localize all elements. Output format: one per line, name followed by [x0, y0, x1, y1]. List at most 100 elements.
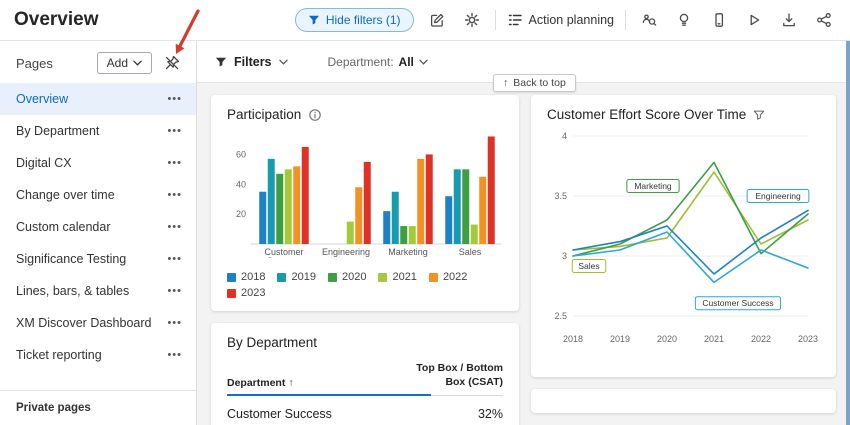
sidebar-item-label: Overview — [16, 92, 68, 106]
more-options-icon[interactable]: ••• — [167, 221, 182, 233]
sidebar-item-digital-cx[interactable]: Digital CX••• — [0, 147, 196, 179]
column-header-department[interactable]: Department↑ — [227, 377, 294, 389]
sidebar-item-significance-testing[interactable]: Significance Testing••• — [0, 243, 196, 275]
mobile-preview-button[interactable] — [707, 8, 731, 32]
more-options-icon[interactable]: ••• — [167, 125, 182, 137]
bar-2023 — [426, 154, 433, 244]
action-planning-button[interactable]: Action planning — [507, 12, 614, 28]
info-icon[interactable] — [308, 108, 322, 122]
edit-pencil-icon — [429, 12, 445, 28]
add-page-label: Add — [107, 56, 128, 70]
active-sort-underline — [227, 394, 431, 396]
axis-tick-label: 2018 — [563, 334, 583, 344]
usage-metrics-button[interactable] — [637, 8, 661, 32]
sidebar-item-lines-bars-tables[interactable]: Lines, bars, & tables••• — [0, 275, 196, 307]
play-icon — [746, 12, 762, 28]
action-planning-icon — [507, 12, 523, 28]
legend-item-2022[interactable]: 2022 — [429, 271, 467, 283]
add-page-button[interactable]: Add — [97, 52, 152, 74]
export-button[interactable] — [777, 8, 801, 32]
legend-label: 2021 — [392, 271, 416, 283]
insights-button[interactable] — [672, 8, 696, 32]
hide-filters-button[interactable]: Hide filters (1) — [295, 8, 414, 32]
svg-text:Engineering: Engineering — [755, 191, 801, 201]
bar-2018 — [259, 192, 266, 244]
private-pages-label: Private pages — [0, 390, 196, 425]
axis-tick-label: 3 — [562, 251, 567, 261]
action-planning-label: Action planning — [529, 13, 614, 27]
mobile-phone-icon — [711, 12, 727, 28]
axis-tick-label: 2021 — [704, 334, 724, 344]
legend-swatch — [328, 273, 337, 282]
table-body: Customer Success 32% — [227, 396, 503, 425]
table-row: Customer Success 32% — [227, 396, 503, 425]
column-header-csat[interactable]: Top Box / Bottom Box (CSAT) — [416, 362, 503, 389]
sidebar-item-label: Custom calendar — [16, 220, 111, 234]
right-column: Customer Effort Score Over Time 2.533.54… — [531, 95, 836, 413]
filters-button[interactable]: Filters — [215, 55, 288, 69]
share-icon — [816, 12, 832, 28]
department-filter-label: Department: — [328, 55, 394, 69]
toolbar-divider — [625, 10, 626, 30]
legend-swatch — [227, 273, 236, 282]
axis-tick-label: 60 — [236, 149, 246, 159]
bar-2022 — [293, 166, 300, 244]
legend-swatch — [429, 273, 438, 282]
share-button[interactable] — [812, 8, 836, 32]
participation-bar-chart: 204060CustomerSuccessEngineeringMarketin… — [227, 126, 503, 258]
more-options-icon[interactable]: ••• — [167, 285, 182, 297]
cell-department: Customer Success — [227, 407, 332, 421]
present-button[interactable] — [742, 8, 766, 32]
sidebar-item-change-over-time[interactable]: Change over time ••• — [0, 179, 196, 211]
series-label-engineering: Engineering — [747, 190, 809, 203]
top-toolbar: Hide filters (1) Action planning — [295, 8, 836, 32]
axis-tick-label: 40 — [236, 179, 246, 189]
vertical-scrollbar[interactable] — [846, 41, 850, 425]
bar-2022 — [355, 187, 362, 244]
series-line-engineering — [573, 210, 808, 274]
bar-2019 — [454, 169, 461, 244]
bar-2021 — [409, 226, 416, 244]
more-options-icon[interactable]: ••• — [167, 93, 182, 105]
legend-item-2019[interactable]: 2019 — [277, 271, 315, 283]
legend-swatch — [227, 289, 236, 298]
bar-2019 — [392, 192, 399, 244]
ces-chart: 2.533.54201820192020202120222023SalesMar… — [547, 124, 820, 365]
settings-button[interactable] — [460, 8, 484, 32]
sidebar-item-label: Ticket reporting — [16, 348, 102, 362]
sidebar-item-by-department[interactable]: By Department••• — [0, 115, 196, 147]
pages-sidebar: Pages Add Overview•••By Department•••Dig… — [0, 41, 197, 425]
more-options-icon[interactable]: ••• — [167, 253, 182, 265]
axis-tick-label: Success — [267, 256, 302, 258]
widget-filter-icon[interactable] — [753, 109, 765, 121]
back-to-top-button[interactable]: ↑ Back to top — [493, 74, 576, 92]
page-title: Overview — [14, 9, 99, 31]
more-options-icon[interactable]: ••• — [167, 317, 182, 329]
edit-dashboard-button[interactable] — [425, 8, 449, 32]
sidebar-item-label: Change over time — [16, 188, 115, 202]
sidebar-item-custom-calendar[interactable]: Custom calendar ••• — [0, 211, 196, 243]
cell-csat-value: 32% — [478, 407, 503, 421]
sidebar-item-overview[interactable]: Overview ••• — [0, 83, 196, 115]
more-options-icon[interactable]: ••• — [167, 349, 182, 361]
sidebar-item-ticket-reporting[interactable]: Ticket reporting ••• — [0, 339, 196, 371]
series-line-sales — [573, 172, 808, 250]
ces-title: Customer Effort Score Over Time — [547, 107, 746, 122]
bar-2018 — [383, 211, 390, 244]
chevron-down-icon — [279, 59, 288, 65]
legend-item-2023[interactable]: 2023 — [227, 287, 265, 299]
next-widget-partial — [531, 389, 836, 413]
chevron-down-icon — [419, 59, 428, 65]
legend-item-2018[interactable]: 2018 — [227, 271, 265, 283]
legend-item-2020[interactable]: 2020 — [328, 271, 366, 283]
unpin-sidebar-button[interactable] — [162, 53, 182, 73]
participation-chart: 204060CustomerSuccessEngineeringMarketin… — [227, 126, 503, 263]
legend-item-2021[interactable]: 2021 — [378, 271, 416, 283]
participation-legend: 2018 2019 2020 2021 2022 2023 — [227, 271, 503, 299]
department-filter[interactable]: Department: All — [328, 55, 428, 69]
sidebar-item-xm-discover-dashboard[interactable]: XM Discover Dashboard••• — [0, 307, 196, 339]
dashboard-content: Participation 204060CustomerSuccessEngin… — [197, 83, 850, 425]
more-options-icon[interactable]: ••• — [167, 189, 182, 201]
more-options-icon[interactable]: ••• — [167, 157, 182, 169]
legend-label: 2019 — [291, 271, 315, 283]
